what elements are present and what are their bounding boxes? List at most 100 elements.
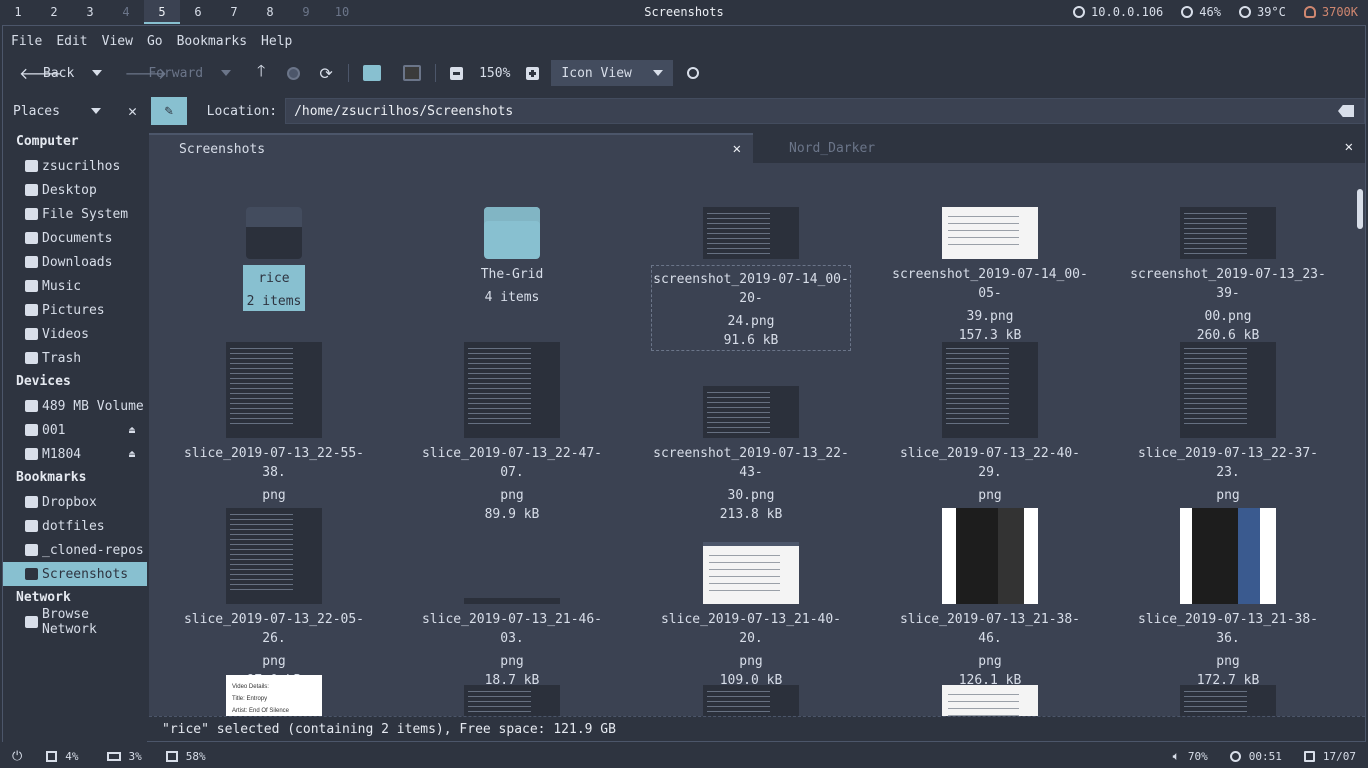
close-tab-icon[interactable]: ✕ bbox=[733, 141, 741, 157]
menu-go[interactable]: Go bbox=[147, 34, 163, 49]
sidebar-item-videos[interactable]: Videos bbox=[3, 322, 147, 346]
picture-icon bbox=[25, 304, 38, 316]
computer-button[interactable] bbox=[399, 58, 425, 88]
sidebar-item-pictures[interactable]: Pictures bbox=[3, 298, 147, 322]
file-item[interactable]: slice_2019-07-13_21-40-20. png 109.0 kB bbox=[651, 508, 851, 690]
sidebar-item-001[interactable]: 001 ⏏ bbox=[3, 418, 147, 442]
sidebar-item-screenshots[interactable]: Screenshots bbox=[3, 562, 147, 586]
home-button[interactable] bbox=[359, 58, 385, 88]
workspace-3[interactable]: 3 bbox=[72, 0, 108, 24]
workspace-4[interactable]: 4 bbox=[108, 0, 144, 24]
sidebar-item-cloned-repos[interactable]: _cloned-repos bbox=[3, 538, 147, 562]
file-item[interactable]: rice 2 items bbox=[174, 207, 374, 311]
eject-icon[interactable]: ⏏ bbox=[129, 449, 135, 460]
sidebar-item-downloads[interactable]: Downloads bbox=[3, 250, 147, 274]
sidebar-item-489-mb-volume[interactable]: 489 MB Volume bbox=[3, 394, 147, 418]
menu-file[interactable]: File bbox=[11, 34, 42, 49]
forward-button[interactable]: 🡒 Forward bbox=[120, 58, 235, 88]
sidebar-header: Places ✕ bbox=[3, 92, 147, 130]
power-button[interactable]: ⏻ bbox=[12, 749, 22, 764]
zoom-out-button[interactable] bbox=[446, 58, 467, 88]
sidebar-item-trash[interactable]: Trash bbox=[3, 346, 147, 370]
sidebar-item-dropbox[interactable]: Dropbox bbox=[3, 490, 147, 514]
chevron-down-icon[interactable] bbox=[92, 70, 103, 76]
image-thumbnail bbox=[1180, 342, 1276, 438]
file-item[interactable]: slice_2019-07-13_22-05-26.png97.0 kB bbox=[174, 508, 374, 690]
workspace-10[interactable]: 10 bbox=[324, 0, 360, 24]
file-item[interactable] bbox=[890, 685, 1090, 716]
location-input[interactable]: /home/zsucrilhos/Screenshots bbox=[285, 98, 1365, 124]
sidebar-item-zsucrilhos[interactable]: zsucrilhos bbox=[3, 154, 147, 178]
file-item[interactable]: slice_2019-07-13_22-47-07. png 89.9 kB bbox=[412, 342, 612, 524]
file-name: slice_2019-07-13_21-38-46. bbox=[899, 612, 1080, 646]
cpu-ring-icon bbox=[1181, 6, 1194, 18]
search-button[interactable] bbox=[683, 58, 703, 88]
menu-view[interactable]: View bbox=[102, 34, 133, 49]
file-name: The-Grid bbox=[480, 267, 544, 282]
chevron-down-icon[interactable] bbox=[221, 70, 232, 76]
menu-bookmarks[interactable]: Bookmarks bbox=[177, 34, 247, 49]
file-item[interactable]: screenshot_2019-07-14_00-20- 24.png 91.6 k… bbox=[651, 207, 851, 351]
drive-icon bbox=[25, 400, 38, 412]
tab-bar: Screenshots ✕ Nord_Darker ✕ bbox=[149, 133, 1365, 163]
file-item[interactable]: screenshot_2019-07-13_23-39- 00.png 260.6 … bbox=[1128, 207, 1328, 345]
sidebar-item-music[interactable]: Music bbox=[3, 274, 147, 298]
sidebar-item-label: Desktop bbox=[42, 182, 97, 198]
clock-icon bbox=[1229, 750, 1241, 762]
file-item[interactable]: screenshot_2019-07-14_00-05- 39.png 157.3 … bbox=[890, 207, 1090, 345]
sidebar-item-documents[interactable]: Documents bbox=[3, 226, 147, 250]
close-tab-icon[interactable]: ✕ bbox=[1345, 139, 1353, 155]
sidebar-item-label: Documents bbox=[42, 230, 113, 246]
view-mode-select[interactable]: Icon View bbox=[551, 60, 674, 86]
folder-icon bbox=[246, 207, 302, 259]
tab-screenshots[interactable]: Screenshots ✕ bbox=[149, 133, 753, 163]
workspace-9[interactable]: 9 bbox=[288, 0, 324, 24]
file-item[interactable]: slice_2019-07-13_21-38-46. png 126.1 kB bbox=[890, 508, 1090, 690]
workspace-2[interactable]: 2 bbox=[36, 0, 72, 24]
file-item[interactable] bbox=[1128, 685, 1328, 716]
file-item[interactable]: slice_2019-07-13_21-38-36. png 172.7 kB bbox=[1128, 508, 1328, 690]
image-thumbnail bbox=[1180, 508, 1276, 604]
workspace-8[interactable]: 8 bbox=[252, 0, 288, 24]
file-item[interactable]: slice_2019-07-13_22-55-38.png104.5 kB bbox=[174, 342, 374, 524]
file-item[interactable]: slice_2019-07-13_21-46-03. png 18.7 kB bbox=[412, 508, 612, 690]
redshift-status[interactable]: 3700K bbox=[1303, 5, 1358, 19]
sidebar-item-m1804[interactable]: M1804 ⏏ bbox=[3, 442, 147, 466]
network-status: 10.0.0.106 bbox=[1073, 5, 1163, 19]
file-name: png bbox=[978, 654, 1002, 669]
workspace-5[interactable]: 5 bbox=[144, 0, 180, 24]
sidebar-item-file-system[interactable]: File System bbox=[3, 202, 147, 226]
flame-icon bbox=[1238, 6, 1251, 18]
menu-edit[interactable]: Edit bbox=[56, 34, 87, 49]
file-item[interactable]: slice_2019-07-13_22-40-29.png124.4 kB bbox=[890, 342, 1090, 524]
up-button[interactable]: 🡑 bbox=[249, 58, 273, 88]
workspace-6[interactable]: 6 bbox=[180, 0, 216, 24]
close-sidebar-icon[interactable]: ✕ bbox=[128, 102, 137, 120]
workspace-1[interactable]: 1 bbox=[0, 0, 36, 24]
power-icon: ⏻ bbox=[12, 748, 23, 764]
scrollbar[interactable] bbox=[1357, 189, 1363, 229]
zoom-in-button[interactable] bbox=[522, 58, 543, 88]
sidebar-item-desktop[interactable]: Desktop bbox=[3, 178, 147, 202]
edit-location-button[interactable]: ✎ bbox=[151, 97, 187, 125]
back-button[interactable]: 🡐 Back bbox=[15, 58, 106, 88]
image-thumbnail bbox=[1180, 685, 1276, 716]
sidebar-item-dotfiles[interactable]: dotfiles bbox=[3, 514, 147, 538]
file-item[interactable] bbox=[412, 685, 612, 716]
folder-icon bbox=[25, 520, 38, 532]
file-item[interactable] bbox=[651, 685, 851, 716]
stop-button[interactable] bbox=[283, 58, 304, 88]
workspace-7[interactable]: 7 bbox=[216, 0, 252, 24]
tab-nord-darker[interactable]: Nord_Darker ✕ bbox=[753, 133, 1365, 163]
file-item[interactable]: slice_2019-07-13_22-37-23.png138.8 kB bbox=[1128, 342, 1328, 524]
file-item[interactable]: Video Details: Title: Entropy Artist: End … bbox=[174, 675, 374, 716]
menu-help[interactable]: Help bbox=[261, 34, 292, 49]
eject-icon[interactable]: ⏏ bbox=[129, 425, 135, 436]
file-item[interactable]: The-Grid 4 items bbox=[412, 207, 612, 307]
reload-button[interactable]: ⟳ bbox=[314, 58, 338, 88]
clear-icon[interactable] bbox=[1338, 105, 1354, 117]
volume-status[interactable]: 🔈︎ 70% bbox=[1173, 749, 1208, 764]
sidebar-item-browse-network[interactable]: Browse Network bbox=[3, 607, 147, 637]
places-select[interactable]: Places bbox=[13, 104, 101, 119]
file-item[interactable]: screenshot_2019-07-13_22-43- 30.png 213.8 … bbox=[651, 342, 851, 524]
